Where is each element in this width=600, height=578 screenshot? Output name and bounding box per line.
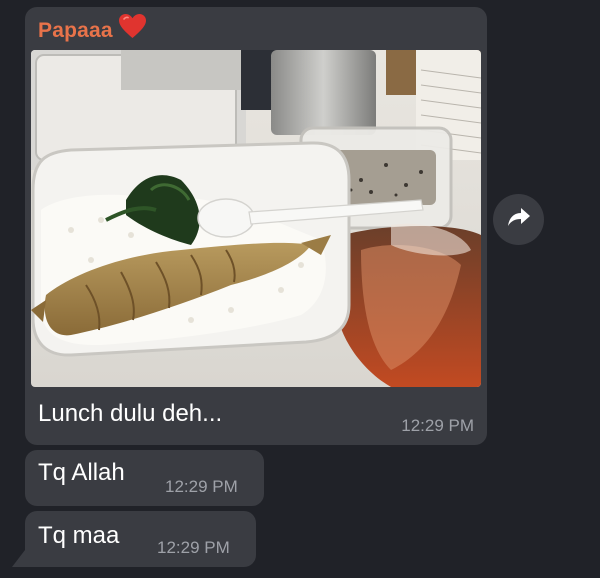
forward-arrow-icon	[507, 207, 531, 232]
forward-button[interactable]	[493, 194, 544, 245]
chat-view: Papaaa Lunch dulu deh... 12:29 PM Tq All…	[0, 0, 600, 578]
bubble-tail	[12, 550, 25, 567]
sender-name-row[interactable]: Papaaa	[38, 14, 146, 45]
message-text[interactable]: Tq Allah	[38, 459, 125, 487]
lunch-photo[interactable]	[31, 50, 481, 387]
message-bubble[interactable]: Tq Allah 12:29 PM	[25, 450, 264, 506]
message-timestamp: 12:29 PM	[157, 538, 230, 557]
message-text[interactable]: Tq maa	[38, 522, 119, 550]
photo-message-bubble[interactable]: Papaaa Lunch dulu deh... 12:29 PM	[25, 7, 487, 445]
message-bubble[interactable]: Tq maa 12:29 PM	[25, 511, 256, 567]
message-timestamp: 12:29 PM	[165, 477, 238, 496]
message-timestamp: 12:29 PM	[401, 416, 474, 435]
red-heart-icon	[118, 14, 146, 45]
photo-caption[interactable]: Lunch dulu deh...	[38, 400, 222, 428]
sender-name[interactable]: Papaaa	[38, 19, 113, 42]
